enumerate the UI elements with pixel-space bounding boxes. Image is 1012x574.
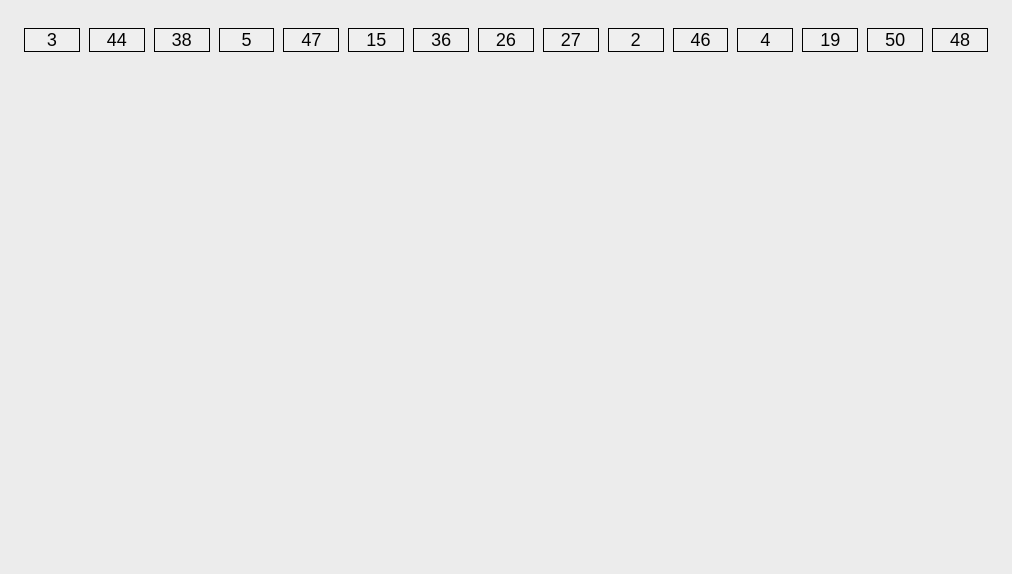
number-button-0[interactable]: 3 (24, 28, 80, 52)
number-button-1[interactable]: 44 (89, 28, 145, 52)
number-button-7[interactable]: 26 (478, 28, 534, 52)
number-button-4[interactable]: 47 (283, 28, 339, 52)
number-button-3[interactable]: 5 (219, 28, 275, 52)
number-button-13[interactable]: 50 (867, 28, 923, 52)
number-button-5[interactable]: 15 (348, 28, 404, 52)
number-button-12[interactable]: 19 (802, 28, 858, 52)
number-button-8[interactable]: 27 (543, 28, 599, 52)
number-button-14[interactable]: 48 (932, 28, 988, 52)
number-button-2[interactable]: 38 (154, 28, 210, 52)
button-row: 3 44 38 5 47 15 36 26 27 2 46 4 19 50 48 (0, 0, 1012, 80)
number-button-9[interactable]: 2 (608, 28, 664, 52)
number-button-10[interactable]: 46 (673, 28, 729, 52)
number-button-11[interactable]: 4 (737, 28, 793, 52)
number-button-6[interactable]: 36 (413, 28, 469, 52)
